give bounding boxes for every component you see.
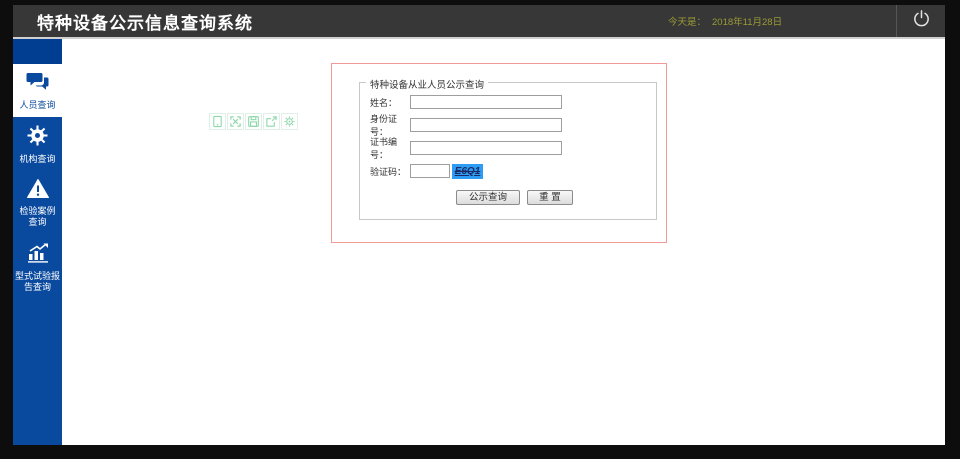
main-content: 特种设备从业人员公示查询 姓名： 身份证号： 证书编号： 验证码： E6Q1 公… [62, 39, 945, 445]
public-query-button[interactable]: 公示查询 [456, 190, 520, 205]
sidebar-item-label: 检验案例 查询 [19, 206, 56, 227]
date-value: 2018年11月28日 [712, 17, 783, 28]
reset-button[interactable]: 重 置 [527, 190, 573, 205]
gear-icon [13, 125, 62, 151]
sidebar: 人员查询 机构查询 检验案例 查询 型式试验报 告查询 [13, 39, 62, 445]
id-number-input[interactable] [410, 118, 562, 132]
sidebar-item-personnel-query[interactable]: 人员查询 [13, 64, 62, 117]
name-row: 姓名： [370, 95, 656, 109]
query-panel: 特种设备从业人员公示查询 姓名： 身份证号： 证书编号： 验证码： E6Q1 公… [331, 63, 667, 243]
sidebar-item-organization-query[interactable]: 机构查询 [13, 117, 62, 171]
captcha-label: 验证码： [370, 166, 407, 177]
name-label: 姓名： [370, 97, 398, 108]
captcha-row: 验证码： E6Q1 [370, 163, 656, 179]
page-title: 特种设备公示信息查询系统 [37, 13, 253, 33]
certificate-number-row: 证书编号： [370, 137, 656, 160]
fieldset-legend: 特种设备从业人员公示查询 [366, 77, 489, 91]
sidebar-item-label: 机构查询 [19, 154, 56, 164]
warning-icon [13, 179, 62, 203]
date-display: 今天是： 2018年11月28日 [668, 5, 782, 37]
chart-icon [13, 242, 62, 268]
mini-toolbar [209, 113, 299, 130]
sidebar-item-inspection-case-query[interactable]: 检验案例 查询 [13, 171, 62, 234]
settings-icon[interactable] [281, 113, 298, 130]
header-bar: 特种设备公示信息查询系统 今天是： 2018年11月28日 [13, 5, 945, 37]
power-icon [912, 9, 931, 33]
sidebar-item-label: 型式试验报 告查询 [14, 271, 60, 292]
external-link-icon[interactable] [263, 113, 280, 130]
logout-button[interactable] [897, 5, 945, 37]
comments-icon [13, 72, 62, 97]
date-label: 今天是： [668, 17, 707, 28]
sidebar-top-block [13, 39, 62, 64]
button-row: 公示查询 重 置 [456, 190, 656, 205]
sidebar-item-label: 人员查询 [19, 100, 56, 110]
fullscreen-icon[interactable] [227, 113, 244, 130]
certificate-number-input[interactable] [410, 141, 562, 155]
captcha-code: E6Q1 [454, 165, 481, 177]
query-fieldset: 特种设备从业人员公示查询 姓名： 身份证号： 证书编号： 验证码： E6Q1 公… [359, 77, 657, 220]
name-input[interactable] [410, 95, 562, 109]
sidebar-item-type-test-report-query[interactable]: 型式试验报 告查询 [13, 234, 62, 299]
save-icon[interactable] [245, 113, 262, 130]
device-icon[interactable] [209, 113, 226, 130]
certificate-number-label: 证书编号： [370, 137, 398, 160]
captcha-image[interactable]: E6Q1 [452, 163, 483, 179]
captcha-input[interactable] [410, 164, 450, 178]
id-number-row: 身份证号： [370, 114, 656, 137]
